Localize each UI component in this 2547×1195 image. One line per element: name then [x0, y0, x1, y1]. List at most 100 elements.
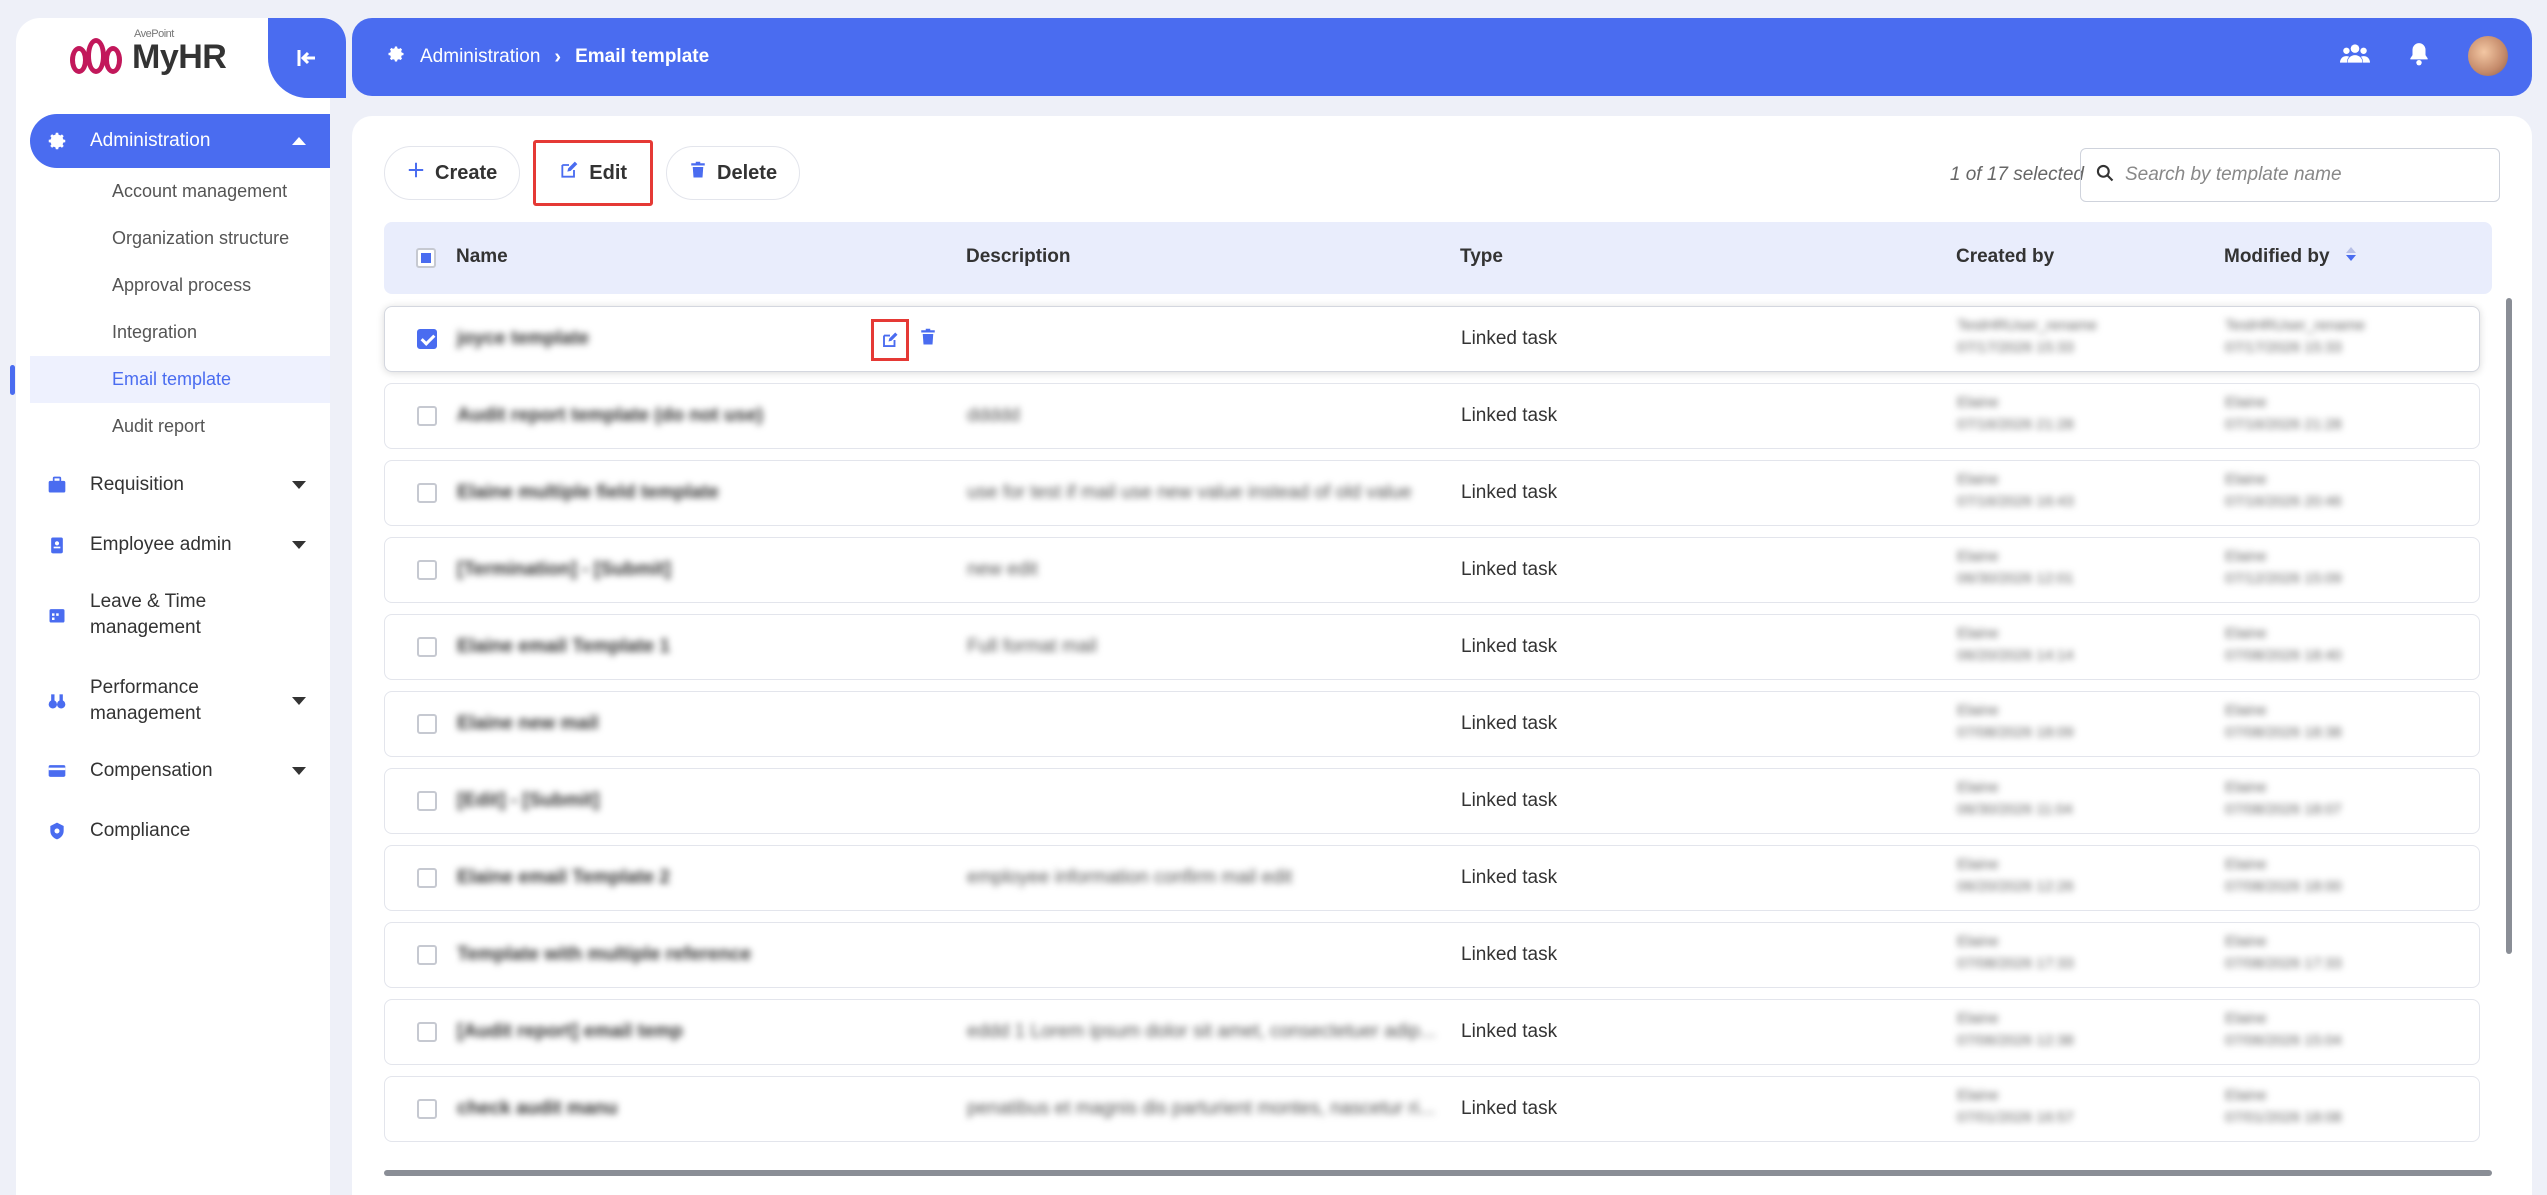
row-delete-button[interactable]: [919, 328, 937, 352]
row-name[interactable]: check audit manu: [457, 1098, 618, 1120]
sidebar-item-label: Compliance: [90, 820, 191, 841]
sidebar-item-audit-report[interactable]: Audit report: [30, 403, 330, 450]
collapse-left-icon: [297, 50, 315, 66]
sidebar-item-organization-structure[interactable]: Organization structure: [30, 215, 330, 262]
row-modified: Elaine 07/16/2026 20:46: [2225, 469, 2342, 513]
row-description: Full format mail: [967, 636, 1097, 657]
row-name[interactable]: [Termination] - [Submit]: [457, 559, 671, 581]
sidebar-item-leave-time[interactable]: Leave & Time management: [30, 572, 330, 658]
row-modified: Elaine 07/08/2026 18:07: [2225, 777, 2342, 821]
column-name[interactable]: Name: [456, 246, 508, 268]
column-modified-by[interactable]: Modified by: [2224, 246, 2357, 268]
row-checkbox[interactable]: [417, 483, 437, 503]
created-at-time: 06/20/2026 14:14: [1957, 647, 2074, 664]
sidebar-item-email-template[interactable]: Email template: [10, 356, 330, 403]
row-name[interactable]: [Audit report] email temp: [457, 1021, 683, 1043]
row-type: Linked task: [1461, 559, 1558, 580]
vertical-scrollbar[interactable]: [2506, 298, 2512, 954]
sidebar-item-account-management[interactable]: Account management: [30, 168, 330, 215]
sidebar-item-integration[interactable]: Integration: [30, 309, 330, 356]
sidebar-item-compliance[interactable]: Compliance: [30, 804, 330, 858]
modified-at-time: 07/16/2026 21:28: [2225, 416, 2342, 433]
row-description: eddd 1 Lorem ipsum dolor sit amet, conse…: [967, 1021, 1436, 1042]
row-edit-button[interactable]: [871, 319, 909, 361]
collapse-sidebar-button[interactable]: [268, 18, 346, 98]
row-modified: Elaine 07/08/2026 17:33: [2225, 931, 2342, 975]
row-name[interactable]: joyce template: [457, 328, 589, 350]
bell-icon[interactable]: [2406, 41, 2432, 72]
row-description: use for test if mail use new value inste…: [967, 482, 1412, 503]
table-row[interactable]: check audit manu penatibus et magnis dis …: [384, 1076, 2480, 1142]
column-type[interactable]: Type: [1460, 246, 1503, 268]
breadcrumb: Administration › Email template: [386, 44, 709, 70]
search-input[interactable]: [2125, 164, 2485, 186]
table-row[interactable]: Template with multiple reference Linked t…: [384, 922, 2480, 988]
sidebar: AvePoint MyHR Administration Account man…: [10, 18, 346, 1195]
sidebar-item-employee-admin[interactable]: Employee admin: [30, 518, 330, 572]
row-checkbox[interactable]: [417, 406, 437, 426]
sidebar-item-approval-process[interactable]: Approval process: [30, 262, 330, 309]
row-checkbox[interactable]: [417, 714, 437, 734]
row-checkbox[interactable]: [417, 329, 437, 349]
row-checkbox[interactable]: [417, 791, 437, 811]
row-checkbox[interactable]: [417, 637, 437, 657]
row-checkbox[interactable]: [417, 560, 437, 580]
row-name[interactable]: Audit report template (do not use): [457, 405, 763, 427]
modified-by-name: Elaine: [2225, 856, 2267, 873]
table-row[interactable]: Elaine email Template 2 employee informat…: [384, 845, 2480, 911]
column-description[interactable]: Description: [966, 246, 1071, 268]
row-created: Elaine 07/08/2026 17:33: [1957, 931, 2074, 975]
row-modified: Elaine 07/08/2026 18:40: [2225, 623, 2342, 667]
row-checkbox[interactable]: [417, 868, 437, 888]
row-name[interactable]: Elaine email Template 1: [457, 636, 670, 658]
modified-at-time: 07/08/2026 17:33: [2225, 955, 2342, 972]
delete-button[interactable]: Delete: [666, 146, 801, 200]
team-icon[interactable]: [2340, 41, 2370, 72]
table-row[interactable]: Elaine new mail Linked task Elaine 07/08/20…: [384, 691, 2480, 757]
row-name[interactable]: Elaine new mail: [457, 713, 599, 735]
row-type: Linked task: [1461, 482, 1558, 503]
table-row[interactable]: [Edit] - [Submit] Linked task Elaine 06/30/…: [384, 768, 2480, 834]
table-row[interactable]: Audit report template (do not use) ddddd L…: [384, 383, 2480, 449]
breadcrumb-administration[interactable]: Administration: [420, 46, 540, 68]
row-name[interactable]: Template with multiple reference: [457, 944, 751, 966]
created-by-name: Elaine: [1957, 625, 1999, 642]
row-name[interactable]: [Edit] - [Submit]: [457, 790, 599, 812]
horizontal-scrollbar[interactable]: [384, 1170, 2492, 1176]
row-checkbox[interactable]: [417, 1022, 437, 1042]
created-by-name: Elaine: [1957, 779, 1999, 796]
table-row[interactable]: [Audit report] email temp eddd 1 Lorem ip…: [384, 999, 2480, 1065]
main-panel: Create Edit Delete 1 of 17 selected Name…: [352, 116, 2532, 1195]
column-created-by[interactable]: Created by: [1956, 246, 2054, 268]
badge-icon: [46, 820, 68, 842]
created-by-name: Elaine: [1957, 702, 1999, 719]
sidebar-item-performance[interactable]: Performance management: [30, 658, 330, 744]
sidebar-item-requisition[interactable]: Requisition: [30, 458, 330, 512]
brand-logo[interactable]: AvePoint MyHR: [68, 28, 227, 82]
row-created: TestHRUser_rename 07/17/2026 15:33: [1957, 315, 2097, 359]
sidebar-item-administration[interactable]: Administration: [30, 114, 330, 168]
create-button[interactable]: Create: [384, 146, 521, 200]
row-checkbox[interactable]: [417, 945, 437, 965]
row-type: Linked task: [1461, 1021, 1558, 1042]
row-checkbox[interactable]: [417, 1099, 437, 1119]
avatar[interactable]: [2468, 36, 2508, 76]
row-created: Elaine 07/01/2026 16:57: [1957, 1085, 2074, 1129]
sidebar-item-compensation[interactable]: Compensation: [30, 744, 330, 798]
table-row[interactable]: Elaine multiple field template use for te…: [384, 460, 2480, 526]
row-modified: Elaine 07/08/2026 18:00: [2225, 854, 2342, 898]
briefcase-icon: [46, 474, 68, 496]
row-name[interactable]: Elaine multiple field template: [457, 482, 719, 504]
table-row[interactable]: Elaine email Template 1 Full format mail L…: [384, 614, 2480, 680]
edit-icon: [559, 160, 579, 186]
select-all-checkbox[interactable]: [416, 248, 436, 268]
search-box[interactable]: [2080, 148, 2500, 202]
plus-icon: [407, 161, 425, 185]
search-icon: [2095, 163, 2115, 188]
row-name[interactable]: Elaine email Template 2: [457, 867, 670, 889]
table-header: Name Description Type Created by Modifie…: [384, 222, 2492, 294]
table-row[interactable]: [Termination] - [Submit] new edit Linked t…: [384, 537, 2480, 603]
table-row[interactable]: joyce template Linked task TestHRUser_rena…: [384, 306, 2480, 372]
edit-button[interactable]: Edit: [533, 140, 654, 206]
modified-by-name: Elaine: [2225, 394, 2267, 411]
